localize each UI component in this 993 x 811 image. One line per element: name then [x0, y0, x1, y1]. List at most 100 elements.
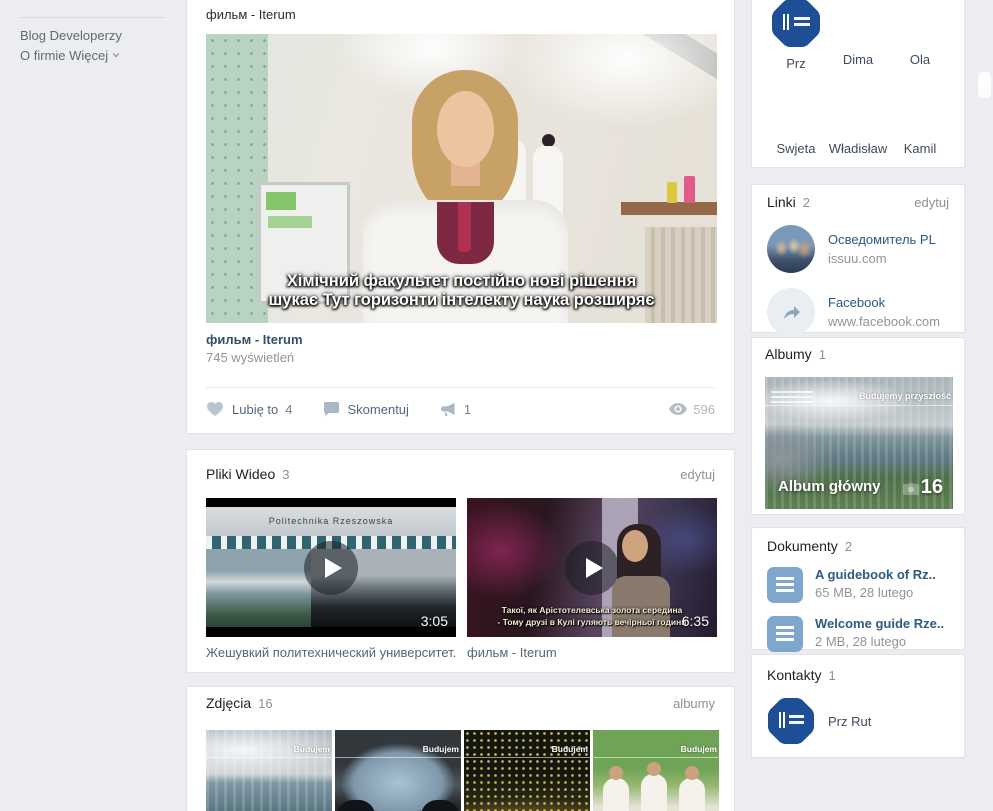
photos-header: Zdjęcia 16 albumy: [187, 687, 734, 711]
member-name[interactable]: Prz: [765, 56, 827, 71]
post-views: 596: [669, 402, 715, 417]
member-avatar[interactable]: [833, 87, 883, 133]
video-title-link[interactable]: фильм - Iterum: [206, 332, 715, 347]
contact-item[interactable]: Prz Rut: [767, 697, 949, 745]
links-header: Linki 2 edytuj: [767, 194, 949, 210]
member-name[interactable]: Swjeta: [765, 141, 827, 156]
play-icon: [565, 541, 619, 595]
video-captions: Жешувкий политехнический университет... …: [206, 645, 715, 660]
document-meta: 2 MB, 28 lutego: [815, 634, 944, 649]
comment-label: Skomentuj: [348, 402, 409, 417]
nav-link-more[interactable]: Więcej: [69, 48, 120, 63]
scene-shape: [458, 202, 471, 252]
politechnika-logo-icon: [768, 698, 814, 744]
scroll-to-top-tab[interactable]: [978, 72, 991, 98]
photos-section: Zdjęcia 16 albumy Budujem Budujem Buduje: [186, 686, 735, 811]
photo-thumbnail-cockpit[interactable]: Budujem: [335, 730, 461, 811]
comment-button[interactable]: Skomentuj: [323, 401, 409, 417]
scene-shape: [206, 549, 311, 627]
albums-link[interactable]: albumy: [673, 696, 715, 711]
vk-community-page: Blog Developerzy O firmie Więcej фильм -…: [0, 0, 993, 811]
photo-thumbnail-campus[interactable]: Budujem: [206, 730, 332, 811]
albums-title: Albumy: [765, 346, 812, 362]
video-thumbnail-2[interactable]: Такої, як Арістотелевська золота середин…: [467, 498, 717, 637]
member-cell: Prz: [765, 0, 827, 71]
nav-link-about[interactable]: O firmie: [20, 48, 66, 63]
member-name[interactable]: Władisław: [827, 141, 889, 156]
scene-shape: [641, 774, 667, 811]
scene-shape: [684, 176, 695, 203]
camera-icon: [903, 483, 919, 495]
video-caption-link[interactable]: фильм - Iterum: [467, 645, 717, 660]
member-name[interactable]: Ola: [889, 52, 951, 67]
members-row-1: Prz Dima Ola: [765, 0, 951, 71]
like-label: Lubię to: [232, 402, 278, 417]
member-cell: Dima: [827, 0, 889, 71]
scene-shape: [593, 757, 719, 758]
member-avatar[interactable]: [895, 0, 945, 44]
scene-shape: [437, 91, 494, 167]
document-item[interactable]: Welcome guide Rze.. 2 MB, 28 lutego: [767, 616, 949, 652]
document-title[interactable]: A guidebook of Rz..: [815, 567, 936, 582]
document-title[interactable]: Welcome guide Rze..: [815, 616, 944, 631]
document-item[interactable]: A guidebook of Rz.. 65 MB, 28 lutego: [767, 567, 949, 603]
member-cell: Władisław: [827, 87, 889, 156]
scene-shape: [421, 800, 459, 811]
documents-card: Dokumenty 2 A guidebook of Rz.. 65 MB, 2…: [751, 527, 965, 650]
member-avatar[interactable]: [895, 87, 945, 133]
link-title[interactable]: Осведомитель PL: [828, 232, 936, 247]
post-text: фильм - Iterum: [187, 0, 734, 22]
member-avatar[interactable]: [833, 0, 883, 44]
links-edit-link[interactable]: edytuj: [914, 195, 949, 210]
contacts-count: 1: [828, 668, 835, 683]
video-player-preview[interactable]: Хімічний факультет постійно нові рішення…: [206, 34, 717, 323]
photo-watermark: Budujem: [552, 744, 588, 754]
documents-title: Dokumenty: [767, 538, 838, 554]
member-avatar[interactable]: [771, 0, 821, 48]
photo-thumbnail-concert[interactable]: Budujem: [464, 730, 590, 811]
member-name[interactable]: Dima: [827, 52, 889, 67]
nav-link-blog[interactable]: Blog: [20, 28, 46, 43]
nav-link-developers[interactable]: Developerzy: [50, 28, 122, 43]
document-icon: [767, 616, 803, 652]
link-item[interactable]: Facebook www.facebook.com: [767, 288, 949, 336]
video-thumbnail-1[interactable]: Politechnika Rzeszowska 3:05: [206, 498, 456, 637]
photo-thumbnails: Budujem Budujem Budujem: [206, 730, 715, 811]
scene-shape: [206, 757, 332, 758]
scene-shape: [667, 182, 677, 203]
comment-icon: [323, 401, 340, 417]
videos-section: Pliki Wideo 3 edytuj Politechnika Rzeszo…: [186, 449, 735, 673]
photo-thumbnail-dancers[interactable]: Budujem: [593, 730, 719, 811]
album-name: Album główny: [778, 478, 881, 495]
contacts-card: Kontakty 1 Prz Rut: [751, 654, 965, 758]
link-title[interactable]: Facebook: [828, 295, 940, 310]
scene-shape: [603, 778, 629, 811]
album-thumbnail[interactable]: Budujemy przyszłość Album główny 16: [765, 377, 953, 509]
link-domain: www.facebook.com: [828, 314, 940, 329]
members-row-2: Swjeta Władisław Kamil: [765, 87, 951, 156]
videos-header: Pliki Wideo 3 edytuj: [187, 450, 734, 482]
photos-title: Zdjęcia: [206, 695, 251, 711]
contact-name[interactable]: Prz Rut: [828, 714, 871, 729]
photo-watermark: Budujem: [423, 744, 459, 754]
members-card: Prz Dima Ola Swjeta Władisław: [751, 0, 965, 168]
videos-edit-link[interactable]: edytuj: [680, 467, 715, 482]
contact-avatar: [767, 697, 815, 745]
scene-shape: [464, 757, 590, 758]
post-card: фильм - Iterum: [186, 0, 735, 434]
album-watermark: Budujemy przyszłość: [859, 391, 951, 401]
post-views-count: 596: [693, 402, 715, 417]
like-button[interactable]: Lubię to 4: [206, 401, 293, 417]
member-avatar[interactable]: [771, 87, 821, 133]
member-cell: Kamil: [889, 87, 951, 156]
scene-shape: [506, 34, 717, 129]
scene-shape: [335, 757, 461, 758]
member-name[interactable]: Kamil: [889, 141, 951, 156]
link-item[interactable]: Осведомитель PL issuu.com: [767, 225, 949, 273]
link-avatar: [767, 288, 815, 336]
video-caption-link[interactable]: Жешувкий политехнический университет...: [206, 645, 456, 660]
share-button[interactable]: 1: [439, 402, 471, 417]
member-cell: Swjeta: [765, 87, 827, 156]
links-card: Linki 2 edytuj Осведомитель PL issuu.com…: [751, 184, 965, 333]
sidebar-divider: [20, 17, 166, 18]
